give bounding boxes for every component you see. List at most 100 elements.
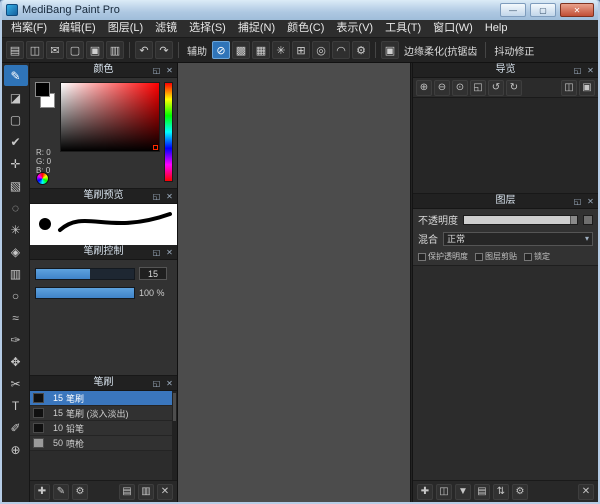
undock-panel-icon[interactable]: ◱ <box>151 379 162 388</box>
delete-layer-icon[interactable]: ✕ <box>578 484 594 500</box>
menu-help[interactable]: Help <box>479 20 514 37</box>
select-pen-tool[interactable]: ✔ <box>4 131 28 152</box>
bucket-tool[interactable]: ◈ <box>4 241 28 262</box>
menu-select[interactable]: 选择(S) <box>183 20 232 37</box>
reset-view-icon[interactable]: ▣ <box>579 80 595 96</box>
finger-tool[interactable]: ▢ <box>4 109 28 130</box>
minimize-button[interactable]: — <box>500 3 526 17</box>
close-panel-icon[interactable]: ✕ <box>585 197 596 206</box>
close-panel-icon[interactable]: ✕ <box>164 248 175 257</box>
brush-item-pencil[interactable]: 10 铅笔 <box>30 421 177 436</box>
open-canvas-icon[interactable]: ▤ <box>6 41 24 59</box>
paste-icon[interactable]: ▥ <box>106 41 124 59</box>
brush-item-brush[interactable]: 15 笔刷 <box>30 391 177 406</box>
protect-alpha-checkbox[interactable]: 保护透明度 <box>418 251 468 262</box>
clipping-checkbox[interactable]: 图层剪贴 <box>475 251 517 262</box>
rect-select-tool[interactable]: ▧ <box>4 175 28 196</box>
snap-off-icon[interactable]: ⊘ <box>212 41 230 59</box>
merge-layer-icon[interactable]: ▼ <box>455 484 471 500</box>
menu-filter[interactable]: 滤镜 <box>149 20 183 37</box>
brush-opacity-slider[interactable] <box>35 287 135 299</box>
undock-panel-icon[interactable]: ◱ <box>151 192 162 201</box>
opacity-slider-thumb[interactable] <box>570 216 577 224</box>
navigator-preview[interactable] <box>413 98 598 193</box>
snap-ellipse-icon[interactable]: ◎ <box>312 41 330 59</box>
menu-window[interactable]: 窗口(W) <box>427 20 479 37</box>
menu-layer[interactable]: 图层(L) <box>102 20 149 37</box>
brush-size-slider[interactable] <box>35 268 135 280</box>
move-layer-icon[interactable]: ⇅ <box>493 484 509 500</box>
menu-snap[interactable]: 捕捉(N) <box>232 20 281 37</box>
add-layer-icon[interactable]: ✚ <box>417 484 433 500</box>
saturation-value-picker[interactable] <box>60 82 160 152</box>
snap-settings-icon[interactable]: ⚙ <box>352 41 370 59</box>
menu-tools[interactable]: 工具(T) <box>379 20 427 37</box>
hand-tool[interactable]: ✥ <box>4 351 28 372</box>
folder-icon[interactable]: ▥ <box>138 484 154 500</box>
move-tool[interactable]: ✛ <box>4 153 28 174</box>
menu-edit[interactable]: 编辑(E) <box>53 20 102 37</box>
rotate-left-icon[interactable]: ↺ <box>488 80 504 96</box>
new-folder-icon[interactable]: ▤ <box>119 484 135 500</box>
snap-grid-icon[interactable]: ▦ <box>252 41 270 59</box>
flip-view-icon[interactable]: ◫ <box>561 80 577 96</box>
fit-window-icon[interactable]: ◱ <box>470 80 486 96</box>
new-canvas-icon[interactable]: ▢ <box>66 41 84 59</box>
layer-list[interactable] <box>413 265 598 480</box>
hue-slider[interactable] <box>164 82 173 182</box>
blend-mode-dropdown[interactable]: 正常 ▾ <box>443 232 593 246</box>
maximize-button[interactable]: ▢ <box>530 3 556 17</box>
lock-checkbox[interactable]: 锁定 <box>524 251 550 262</box>
brush-menu-icon[interactable]: ⚙ <box>72 484 88 500</box>
zoom-actual-icon[interactable]: ⊙ <box>452 80 468 96</box>
color-wheel-icon[interactable] <box>36 172 49 185</box>
menu-color[interactable]: 颜色(C) <box>281 20 330 37</box>
undock-panel-icon[interactable]: ◱ <box>572 197 583 206</box>
brush-item-fade[interactable]: 15 笔刷 (淡入淡出) <box>30 406 177 421</box>
brush-tool[interactable]: ✎ <box>4 65 28 86</box>
snap-cross-icon[interactable]: ⊞ <box>292 41 310 59</box>
brush-item-airbrush[interactable]: 50 喷枪 <box>30 436 177 451</box>
gradient-tool[interactable]: ▥ <box>4 263 28 284</box>
close-panel-icon[interactable]: ✕ <box>164 379 175 388</box>
lasso-select-tool[interactable]: ◌ <box>4 197 28 218</box>
zoom-out-icon[interactable]: ⊖ <box>434 80 450 96</box>
divide-tool[interactable]: ✂ <box>4 373 28 394</box>
edit-brush-icon[interactable]: ✎ <box>53 484 69 500</box>
snap-parallel-icon[interactable]: ▩ <box>232 41 250 59</box>
brush-list-scrollbar[interactable] <box>172 391 177 480</box>
add-layer-folder-icon[interactable]: ▤ <box>474 484 490 500</box>
copy-icon[interactable]: ▣ <box>86 41 104 59</box>
titlebar[interactable]: MediBang Paint Pro — ▢ ✕ <box>2 0 598 20</box>
eraser-tool[interactable]: ◪ <box>4 87 28 108</box>
zoom-tool[interactable]: ⊕ <box>4 439 28 460</box>
select-eraser-tool[interactable]: ✐ <box>4 417 28 438</box>
text-tool[interactable]: T <box>4 395 28 416</box>
close-panel-icon[interactable]: ✕ <box>585 66 596 75</box>
eyedropper-tool[interactable]: ✑ <box>4 329 28 350</box>
brush-size-value[interactable]: 15 <box>139 267 167 280</box>
curve-tool[interactable]: ≈ <box>4 307 28 328</box>
save-icon[interactable]: ◫ <box>26 41 44 59</box>
menu-view[interactable]: 表示(V) <box>330 20 379 37</box>
canvas[interactable] <box>178 63 410 502</box>
layer-settings-icon[interactable]: ⚙ <box>512 484 528 500</box>
rotate-right-icon[interactable]: ↻ <box>506 80 522 96</box>
snap-radial-icon[interactable]: ✳ <box>272 41 290 59</box>
delete-brush-icon[interactable]: ✕ <box>157 484 173 500</box>
foreground-color-swatch[interactable] <box>35 82 50 97</box>
undo-icon[interactable]: ↶ <box>135 41 153 59</box>
undock-panel-icon[interactable]: ◱ <box>151 66 162 75</box>
zoom-in-icon[interactable]: ⊕ <box>416 80 432 96</box>
menu-file[interactable]: 档案(F) <box>5 20 53 37</box>
magic-wand-tool[interactable]: ✳ <box>4 219 28 240</box>
layer-opacity-slider[interactable] <box>463 215 578 225</box>
add-brush-icon[interactable]: ✚ <box>34 484 50 500</box>
close-panel-icon[interactable]: ✕ <box>164 192 175 201</box>
undock-panel-icon[interactable]: ◱ <box>572 66 583 75</box>
close-button[interactable]: ✕ <box>560 3 594 17</box>
redo-icon[interactable]: ↷ <box>155 41 173 59</box>
close-panel-icon[interactable]: ✕ <box>164 66 175 75</box>
undock-panel-icon[interactable]: ◱ <box>151 248 162 257</box>
snap-curve-icon[interactable]: ◠ <box>332 41 350 59</box>
